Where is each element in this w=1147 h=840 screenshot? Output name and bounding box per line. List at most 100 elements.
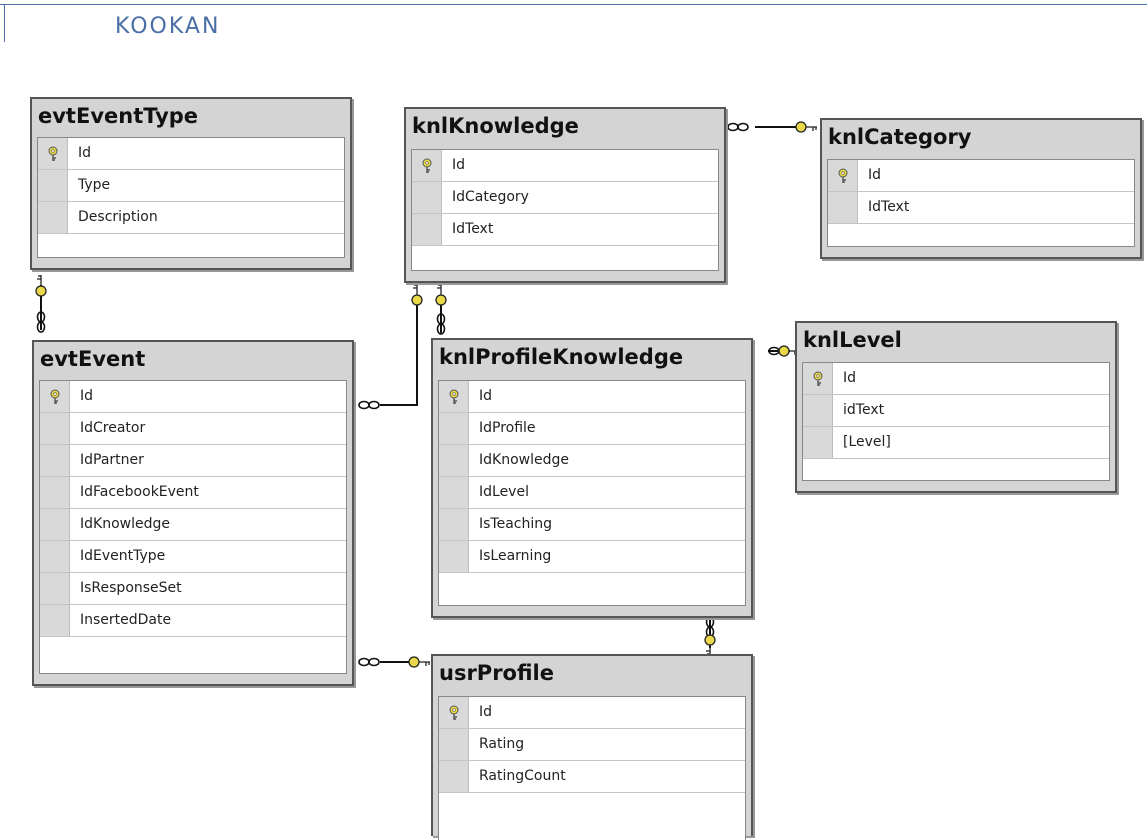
table-knlProfileKnowledge[interactable]: knlProfileKnowledge Id IdProfile IdKnowl… bbox=[431, 338, 753, 618]
column-row[interactable]: IdProfile bbox=[439, 413, 745, 445]
column-name: IdPartner bbox=[80, 452, 144, 468]
column-list: Id Rating RatingCount bbox=[438, 696, 746, 840]
column-name: Rating bbox=[479, 736, 525, 752]
column-row-empty bbox=[439, 793, 745, 825]
column-row[interactable]: IdEventType bbox=[40, 541, 346, 573]
row-gutter bbox=[439, 477, 469, 508]
column-row[interactable]: IdLevel bbox=[439, 477, 745, 509]
row-gutter bbox=[439, 761, 469, 792]
primary-key-icon bbox=[40, 381, 70, 412]
row-gutter bbox=[40, 605, 70, 636]
table-knlLevel[interactable]: knlLevel Id idText [Level] bbox=[795, 321, 1117, 493]
row-gutter bbox=[40, 541, 70, 572]
row-gutter bbox=[439, 509, 469, 540]
primary-key-icon bbox=[803, 363, 833, 394]
column-row[interactable]: IsLearning bbox=[439, 541, 745, 573]
column-list: Id IdCategory IdText bbox=[411, 149, 719, 271]
column-row-empty bbox=[40, 637, 346, 669]
key-icon bbox=[35, 275, 47, 297]
column-name: IdCreator bbox=[80, 420, 146, 436]
column-row[interactable]: Type bbox=[38, 170, 344, 202]
key-icon bbox=[411, 284, 423, 306]
row-gutter bbox=[803, 427, 833, 458]
column-row[interactable]: IdCategory bbox=[412, 182, 718, 214]
primary-key-icon bbox=[439, 381, 469, 412]
column-name: IdCategory bbox=[452, 189, 529, 205]
column-row-empty bbox=[828, 224, 1134, 256]
column-name: IdLevel bbox=[479, 484, 529, 500]
column-row[interactable]: Id bbox=[803, 363, 1109, 395]
row-gutter bbox=[40, 477, 70, 508]
row-gutter bbox=[412, 214, 442, 245]
column-name: IdKnowledge bbox=[80, 516, 170, 532]
row-gutter bbox=[40, 413, 70, 444]
column-row[interactable]: idText bbox=[803, 395, 1109, 427]
column-row[interactable]: Id bbox=[439, 697, 745, 729]
column-row[interactable]: IdText bbox=[828, 192, 1134, 224]
column-name: Id bbox=[80, 388, 94, 404]
column-row[interactable]: Id bbox=[828, 160, 1134, 192]
column-row[interactable]: IsTeaching bbox=[439, 509, 745, 541]
row-gutter bbox=[803, 395, 833, 426]
table-knlCategory[interactable]: knlCategory Id IdText bbox=[820, 118, 1142, 259]
column-list: Id IdCreator IdPartner IdFacebookEvent I… bbox=[39, 380, 347, 674]
column-name: Id bbox=[868, 167, 882, 183]
key-icon bbox=[704, 634, 716, 655]
column-row[interactable]: IdKnowledge bbox=[439, 445, 745, 477]
column-name: IdEventType bbox=[80, 548, 166, 564]
column-row-empty bbox=[412, 246, 718, 278]
column-list: Id IdProfile IdKnowledge IdLevel IsTeach… bbox=[438, 380, 746, 606]
column-name: Id bbox=[843, 370, 857, 386]
table-knlKnowledge[interactable]: knlKnowledge Id IdCategory IdText bbox=[404, 107, 726, 283]
table-title: evtEvent bbox=[40, 347, 146, 371]
column-row-empty bbox=[38, 234, 344, 266]
row-gutter bbox=[38, 202, 68, 233]
row-gutter bbox=[412, 182, 442, 213]
column-name: InsertedDate bbox=[80, 612, 172, 628]
column-name: [Level] bbox=[843, 434, 891, 450]
rel-line-event-knowledge bbox=[380, 305, 418, 406]
column-row[interactable]: IdCreator bbox=[40, 413, 346, 445]
table-evtEventType[interactable]: evtEventType Id Type Description bbox=[30, 97, 352, 270]
column-name: Id bbox=[479, 704, 493, 720]
column-row[interactable]: IdFacebookEvent bbox=[40, 477, 346, 509]
column-row[interactable]: InsertedDate bbox=[40, 605, 346, 637]
column-row[interactable]: Id bbox=[412, 150, 718, 182]
column-row-empty bbox=[439, 573, 745, 605]
infinity-icon bbox=[727, 122, 749, 132]
table-usrProfile[interactable]: usrProfile Id Rating RatingCount bbox=[431, 654, 753, 840]
key-icon bbox=[408, 656, 430, 668]
column-row[interactable]: IsResponseSet bbox=[40, 573, 346, 605]
column-name: Id bbox=[452, 157, 466, 173]
infinity-icon bbox=[358, 657, 380, 667]
table-title: knlCategory bbox=[828, 125, 972, 149]
column-list: Id Type Description bbox=[37, 137, 345, 258]
column-row[interactable]: Id bbox=[38, 138, 344, 170]
table-title: knlKnowledge bbox=[412, 114, 579, 138]
column-row[interactable]: IdPartner bbox=[40, 445, 346, 477]
column-list: Id IdText bbox=[827, 159, 1135, 247]
table-title: evtEventType bbox=[38, 104, 199, 128]
column-name: IdText bbox=[452, 221, 494, 237]
column-name: IsTeaching bbox=[479, 516, 553, 532]
column-name: Description bbox=[78, 209, 158, 225]
column-row[interactable]: Rating bbox=[439, 729, 745, 761]
key-icon bbox=[795, 121, 817, 133]
primary-key-icon bbox=[828, 160, 858, 191]
column-name: IsLearning bbox=[479, 548, 552, 564]
column-row[interactable]: IdText bbox=[412, 214, 718, 246]
column-name: IdText bbox=[868, 199, 910, 215]
column-row[interactable]: Id bbox=[40, 381, 346, 413]
column-row[interactable]: RatingCount bbox=[439, 761, 745, 793]
column-row[interactable]: Description bbox=[38, 202, 344, 234]
primary-key-icon bbox=[439, 697, 469, 728]
column-row[interactable]: Id bbox=[439, 381, 745, 413]
column-row[interactable]: [Level] bbox=[803, 427, 1109, 459]
column-name: IsResponseSet bbox=[80, 580, 182, 596]
table-evtEvent[interactable]: evtEvent Id IdCreator IdPartner IdFacebo… bbox=[32, 340, 354, 686]
row-gutter bbox=[40, 509, 70, 540]
column-row[interactable]: IdKnowledge bbox=[40, 509, 346, 541]
table-title: knlLevel bbox=[803, 328, 902, 352]
column-row-empty bbox=[803, 459, 1109, 491]
column-name: Id bbox=[78, 145, 92, 161]
